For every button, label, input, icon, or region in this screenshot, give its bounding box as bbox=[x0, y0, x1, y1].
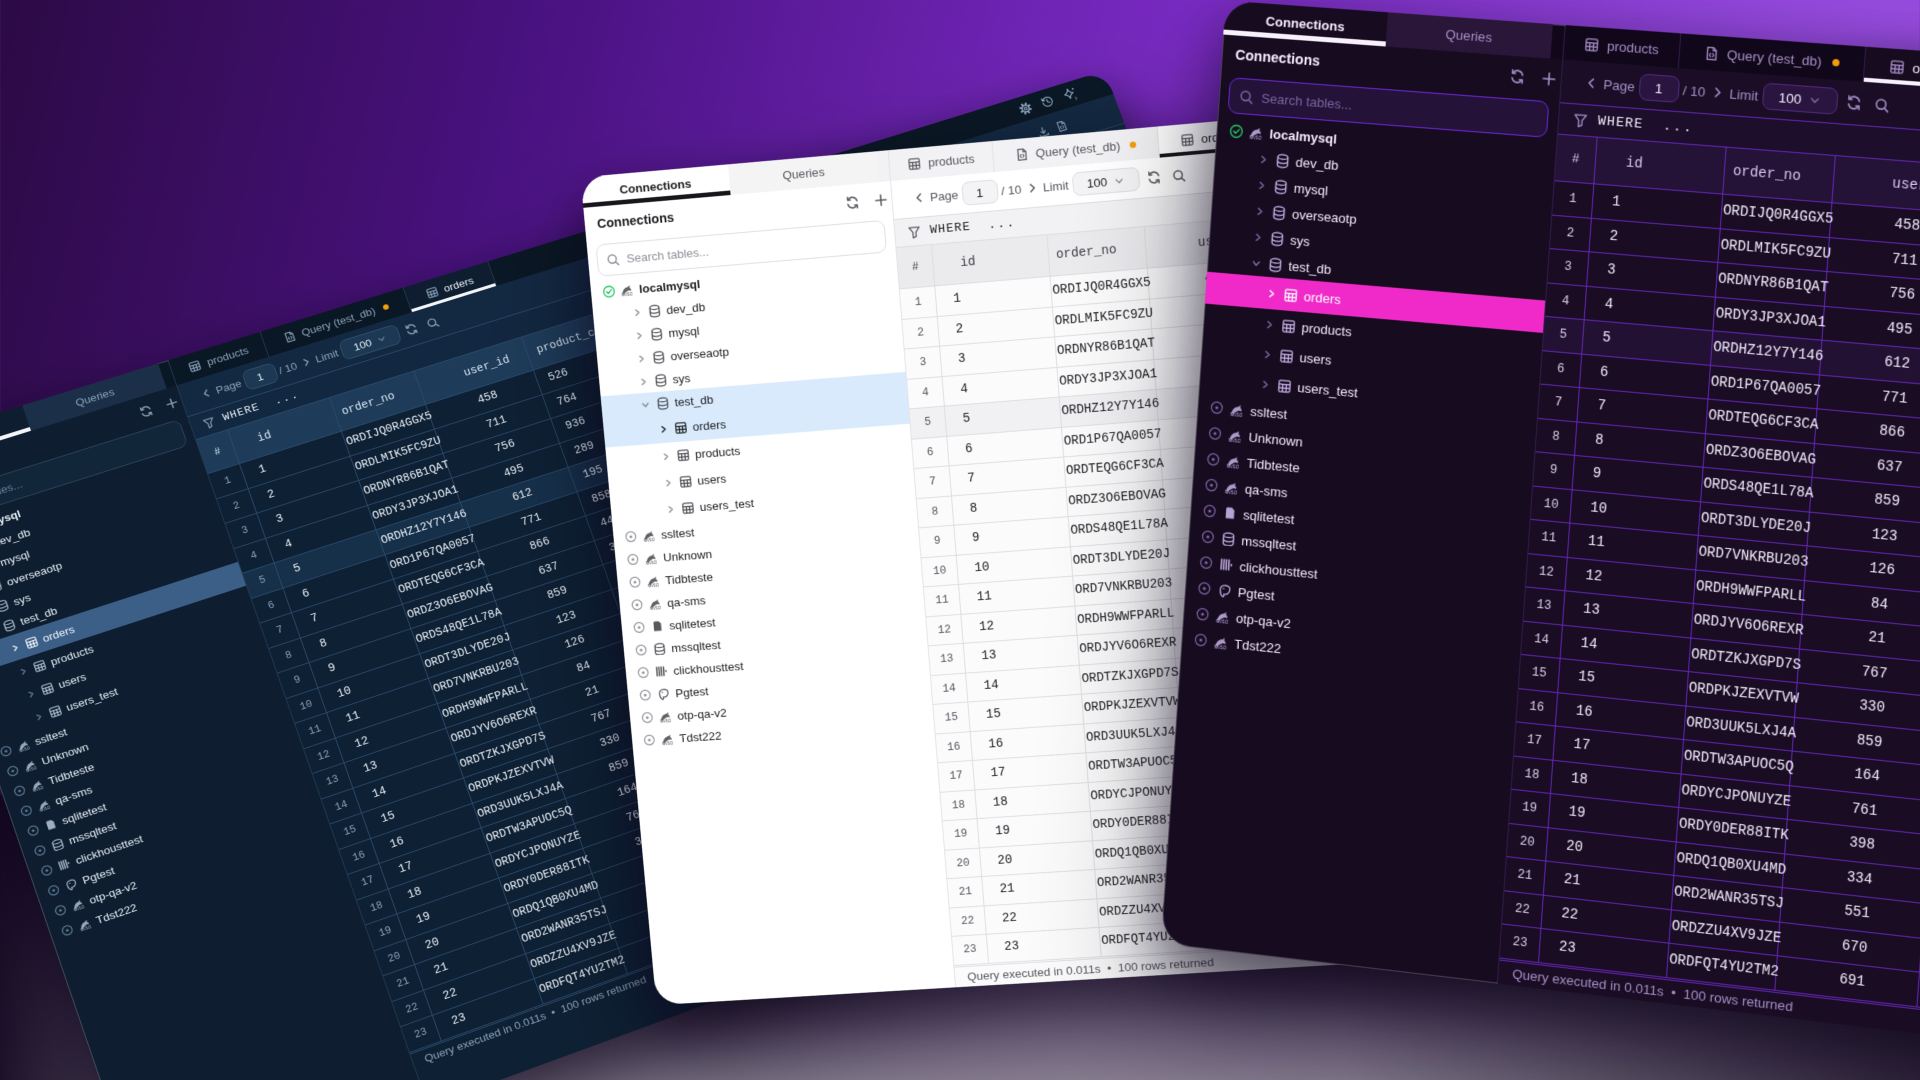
svg-text:MySQL: MySQL bbox=[646, 559, 657, 564]
svg-text:MySQL: MySQL bbox=[662, 740, 673, 745]
svg-text:MySQL: MySQL bbox=[660, 717, 671, 722]
svg-text:MySQL: MySQL bbox=[1216, 618, 1229, 624]
svg-text:MySQL: MySQL bbox=[648, 582, 659, 587]
svg-text:MySQL: MySQL bbox=[1249, 134, 1262, 140]
svg-text:MySQL: MySQL bbox=[650, 604, 661, 609]
svg-text:MySQL: MySQL bbox=[1214, 643, 1227, 649]
svg-text:MySQL: MySQL bbox=[1230, 411, 1243, 417]
svg-text:MySQL: MySQL bbox=[1225, 488, 1238, 494]
svg-text:MySQL: MySQL bbox=[621, 290, 632, 296]
svg-text:MySQL: MySQL bbox=[1228, 437, 1241, 443]
svg-text:MySQL: MySQL bbox=[644, 536, 655, 541]
svg-text:MySQL: MySQL bbox=[1227, 463, 1240, 469]
